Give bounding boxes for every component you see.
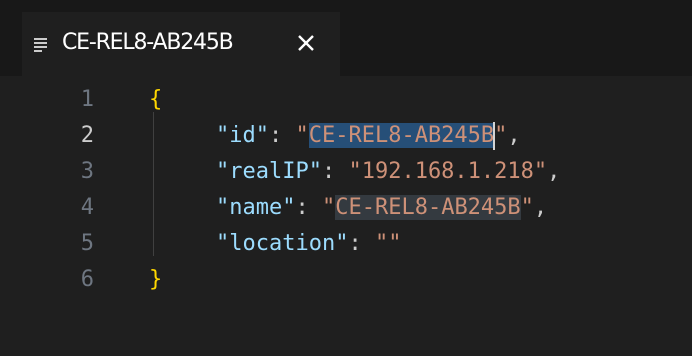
line-number: 3	[80, 159, 94, 184]
json-key: "realIP"	[216, 159, 322, 184]
code-text: "realIP": "192.168.1.218",	[216, 154, 560, 190]
code-editor[interactable]: 1 { 2 "id": "CE-REL8-AB245B", 3 "realIP"…	[0, 76, 692, 356]
code-text: {	[149, 82, 162, 118]
selected-text[interactable]: CE-REL8-AB245B	[308, 123, 495, 148]
code-text: "name": "CE-REL8-AB245B",	[216, 190, 547, 226]
code-text: }	[149, 262, 162, 298]
quote: "	[494, 123, 508, 148]
text-lines-icon	[34, 38, 47, 52]
open-brace: {	[149, 87, 163, 112]
json-key: "id"	[216, 123, 269, 148]
code-text: "id": "CE-REL8-AB245B",	[216, 118, 521, 154]
json-key: "location"	[216, 231, 349, 256]
json-key: "name"	[216, 195, 296, 220]
line-number: 6	[80, 267, 94, 292]
line-number: 4	[80, 195, 94, 220]
colon: :	[348, 231, 375, 256]
editor-window: CE-REL8-AB245B 1 { 2 "id": "CE-REL8-AB24…	[0, 0, 692, 356]
line-number-active: 2	[80, 123, 94, 148]
line-number: 1	[80, 87, 94, 112]
close-icon[interactable]	[293, 30, 319, 56]
tab-title: CE-REL8-AB245B	[62, 30, 234, 55]
code-text: "location": ""	[216, 226, 401, 262]
close-brace: }	[149, 267, 163, 292]
quote: "	[520, 195, 534, 220]
colon: :	[268, 123, 296, 148]
colon: :	[321, 159, 349, 184]
code-line-1: 1 {	[0, 82, 692, 118]
json-value: ""	[374, 231, 402, 256]
comma: ,	[507, 123, 521, 148]
highlighted-match: CE-REL8-AB245B	[335, 195, 521, 220]
comma: ,	[547, 159, 561, 184]
code-line-2: 2 "id": "CE-REL8-AB245B",	[0, 118, 692, 154]
code-line-5: 5 "location": ""	[0, 226, 692, 262]
tab-ce-rel8-ab245b[interactable]: CE-REL8-AB245B	[22, 12, 340, 76]
code-line-6: 6 }	[0, 262, 692, 298]
json-value: "192.168.1.218"	[348, 159, 548, 184]
code-line-4: 4 "name": "CE-REL8-AB245B",	[0, 190, 692, 226]
tab-bar: CE-REL8-AB245B	[0, 0, 692, 76]
quote: "	[295, 123, 309, 148]
colon: :	[295, 195, 322, 220]
comma: ,	[533, 195, 548, 220]
code-line-3: 3 "realIP": "192.168.1.218",	[0, 154, 692, 190]
line-number: 5	[80, 231, 94, 256]
quote: "	[321, 195, 336, 220]
